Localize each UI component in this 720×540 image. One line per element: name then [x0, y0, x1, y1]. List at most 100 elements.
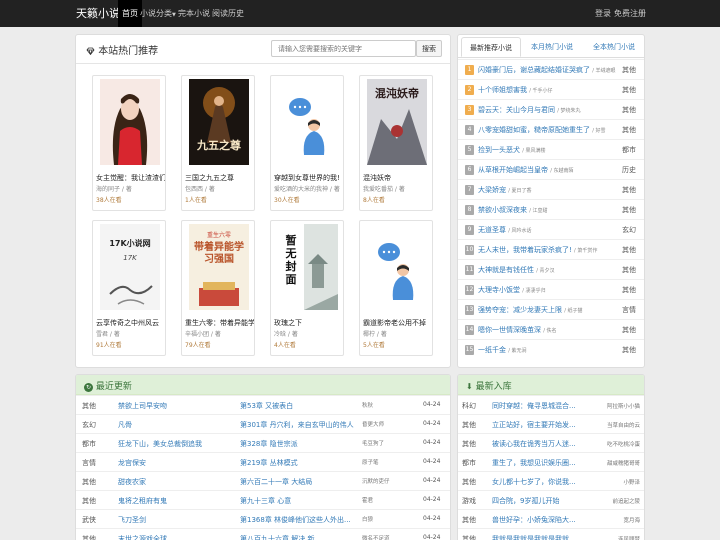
book-title[interactable]: 霸道影帝老公用不掉 [363, 318, 432, 328]
book-author: 爱吃酒的大米的我神 / 著 [274, 186, 340, 193]
rank-book-link[interactable]: 十个师姐想害我 / 千手小仔 [478, 85, 553, 95]
update-chapter-link[interactable]: 第328章 隐世宗派 [240, 439, 356, 449]
update-chapter-link[interactable]: 第九十三章 心意 [240, 496, 356, 506]
update-date: 04-24 [423, 439, 441, 446]
rank-book-link[interactable]: 一纸千金 / 紫无涧 [478, 345, 527, 355]
update-chapter-link[interactable]: 第1368章 林俊峰他们这些人外出... [240, 515, 356, 525]
book-card[interactable]: 穿越到女尊世界的我! 爱吃酒的大米的我神 / 著 30人在看 [270, 75, 344, 211]
book-title[interactable]: 混沌妖帝 [363, 173, 432, 183]
book-author: 椰柠 / 著 [363, 331, 387, 338]
book-card[interactable]: 九五之尊 三国之九五之尊 包西西 / 著 1人在看 [181, 75, 255, 211]
cover-subtitle-text: 17K [123, 254, 137, 262]
update-chapter-link[interactable]: 第八百九十六章 解决 新 [240, 534, 356, 540]
book-cover-placeholder[interactable] [367, 224, 427, 310]
book-cover[interactable]: 九五之尊 [189, 79, 249, 165]
table-row: 言情 龙宫保安 第219章 丛林模式 原子笔 04-24 [76, 452, 450, 471]
update-book-link[interactable]: 鬼将之租府有鬼 [118, 496, 167, 506]
list-item: 科幻 同时穿越：俺寻恩城混合... 阿拉斯小小猫 [458, 395, 644, 414]
rank-book-title: 碧云天：关山今月与君同 [478, 106, 555, 114]
book-title[interactable]: 女主觉醒：我让渣渣们 [96, 173, 165, 183]
rank-book-link[interactable]: 捡到一头恶犬 / 果风满楼 [478, 145, 546, 155]
rank-book-link[interactable]: 大梁娇宠 / 夏日了香 [478, 185, 532, 195]
update-category: 其他 [82, 478, 96, 486]
latest-book-link[interactable]: 被读心我在诡秀当万人迷... [492, 439, 584, 449]
book-title[interactable]: 三国之九五之尊 [185, 173, 254, 183]
latest-book-link[interactable]: 重生了，我想见识娱乐圈... [492, 458, 584, 468]
latest-book-link[interactable]: 我就是我就是我就是我就... [492, 534, 584, 540]
rank-book-link[interactable]: 大神就是有钱任性 / 青夕汉 [478, 265, 555, 275]
book-title[interactable]: 穿越到女尊世界的我! [274, 173, 343, 183]
update-book-link[interactable]: 甜夜农家 [118, 477, 146, 487]
cover-tag-text: 重生六零 [206, 232, 231, 239]
book-cover[interactable]: 重生六零 带着异能学习强国 [189, 224, 249, 310]
book-card[interactable]: 女主觉醒：我让渣渣们 海的同子 / 著 38人在看 [92, 75, 166, 211]
book-author: 我爱吃番茄 / 著 [363, 186, 405, 193]
rank-book-link[interactable]: 嗯你一世情深晚茧深 / 佚名 [478, 325, 557, 335]
book-card[interactable]: 17K小说网 17K 云享传奇之中州风云 雪君 / 著 91人在看 [92, 220, 166, 356]
rank-row: 11 大神就是有钱任性 / 青夕汉 其他 [458, 259, 644, 279]
rank-number: 15 [465, 345, 474, 355]
rank-book-link[interactable]: 禁欲小叔深夜来 / 江皇甜 [478, 205, 548, 215]
rank-row: 15 一纸千金 / 紫无涧 其他 [458, 339, 644, 359]
tab-complete-hot[interactable]: 全本热门小说 [584, 37, 644, 57]
rank-book-author: 紫无涧 [511, 348, 527, 354]
rank-book-link[interactable]: 无人末世，我带着玩家杀疯了! / 箫千赏作 [478, 245, 597, 255]
rank-number: 3 [465, 105, 474, 115]
update-book-link[interactable]: 狂龙下山，美女总裁倒追我 [118, 439, 202, 449]
update-book-link[interactable]: 末世之源戏全球 [118, 534, 167, 540]
book-author: 辛福小团 / 著 [185, 331, 221, 338]
latest-book-link[interactable]: 同时穿越：俺寻恩城混合... [492, 401, 584, 411]
update-book-link[interactable]: 禁欲上司早安吻 [118, 401, 167, 411]
tab-month-hot[interactable]: 本月热门小说 [522, 37, 582, 57]
rank-book-link[interactable]: 强势夺宠：减少龙妻天上限 / 纸子猫 [478, 305, 583, 315]
tab-latest-recommend[interactable]: 最新推荐小说 [461, 37, 521, 57]
book-cover[interactable]: 17K小说网 17K [100, 224, 160, 310]
register-link[interactable]: 免费注册 [614, 0, 646, 27]
book-readers: 8人在看 [363, 197, 385, 204]
rank-book-link[interactable]: 闪婚豪门后，谢总藏起结婚证哭疯了 / 羊绒遮眼 [478, 65, 616, 75]
book-title[interactable]: 云享传奇之中州风云 [96, 318, 165, 328]
rank-book-link[interactable]: 八零宠婚甜如蜜，糙帝原配她重生了 / 好雪 [478, 125, 606, 135]
book-cover-placeholder[interactable] [278, 79, 338, 165]
latest-book-link[interactable]: 女儿都十七岁了，你说我... [492, 477, 584, 487]
book-readers: 1人在看 [185, 197, 207, 204]
cover-title-text: 暂无封面 [285, 234, 297, 286]
book-card[interactable]: 霸道影帝老公用不掉 椰柠 / 著 5人在看 [359, 220, 433, 356]
update-book-link[interactable]: 飞刀圣剑 [118, 515, 146, 525]
update-chapter-link[interactable]: 第六百二十一章 大结局 [240, 477, 356, 487]
nav-categories[interactable]: 小说分类▼ [140, 0, 176, 27]
rank-book-link[interactable]: 碧云天：关山今月与君同 / 梦绕朱丸 [478, 105, 581, 115]
book-title[interactable]: 重生六零：带着异能学 [185, 318, 254, 328]
nav-completed[interactable]: 完本小说 [178, 0, 210, 27]
update-chapter-link[interactable]: 第53章 又被表白 [240, 401, 356, 411]
latest-book-link[interactable]: 四合院，9岁孤儿开始 [492, 496, 584, 506]
book-cover[interactable]: 暂无封面 [278, 224, 338, 310]
rank-book-link[interactable]: 从草根开始崛起当皇帝 / 东越南陌 [478, 165, 574, 175]
update-chapter-link[interactable]: 第219章 丛林模式 [240, 458, 356, 468]
update-chapter-link[interactable]: 第301章 丹穴利，来自玄甲山的伟人 [240, 420, 356, 430]
rank-row: 10 无人末世，我带着玩家杀疯了! / 箫千赏作 其他 [458, 239, 644, 259]
nav-history[interactable]: 阅读历史 [212, 0, 244, 27]
book-cover[interactable] [100, 79, 160, 165]
table-row: 玄幻 凡骨 第301章 丹穴利，来自玄甲山的伟人 昏更大师 04-24 [76, 414, 450, 433]
rank-book-link[interactable]: 大理寺小饭堂 / 凄凄乎归 [478, 285, 546, 295]
search-button[interactable]: 搜索 [416, 40, 442, 57]
login-link[interactable]: 登录 [595, 0, 611, 27]
site-logo[interactable]: 天籁小说 [76, 0, 120, 27]
book-card[interactable]: 重生六零 带着异能学习强国 重生六零：带着异能学 辛福小团 / 著 79人在看 [181, 220, 255, 356]
book-card[interactable]: 暂无封面 玫瑰之下 冷晗 / 著 4人在看 [270, 220, 344, 356]
latest-book-link[interactable]: 立正站好，宿主要开始发... [492, 420, 584, 430]
latest-book-link[interactable]: 兽世好孕：小娇兔深陷大... [492, 515, 584, 525]
book-author: 海的同子 / 著 [96, 186, 132, 193]
nav-home[interactable]: 首页 [118, 0, 142, 27]
rank-book-title: 闪婚豪门后，谢总藏起结婚证哭疯了 [478, 66, 590, 74]
book-title[interactable]: 玫瑰之下 [274, 318, 343, 328]
rank-panel: 最新推荐小说 本月热门小说 全本热门小说 1 闪婚豪门后，谢总藏起结婚证哭疯了 /… [457, 34, 645, 368]
update-book-link[interactable]: 龙宫保安 [118, 458, 146, 468]
update-book-link[interactable]: 凡骨 [118, 420, 132, 430]
rank-book-link[interactable]: 无道圣尊 / 风吟水话 [478, 225, 532, 235]
search-input[interactable] [271, 40, 416, 57]
book-card[interactable]: 混沌妖帝 混沌妖帝 我爱吃番茄 / 著 8人在看 [359, 75, 433, 211]
update-date: 04-24 [423, 477, 441, 484]
book-cover[interactable]: 混沌妖帝 [367, 79, 427, 165]
